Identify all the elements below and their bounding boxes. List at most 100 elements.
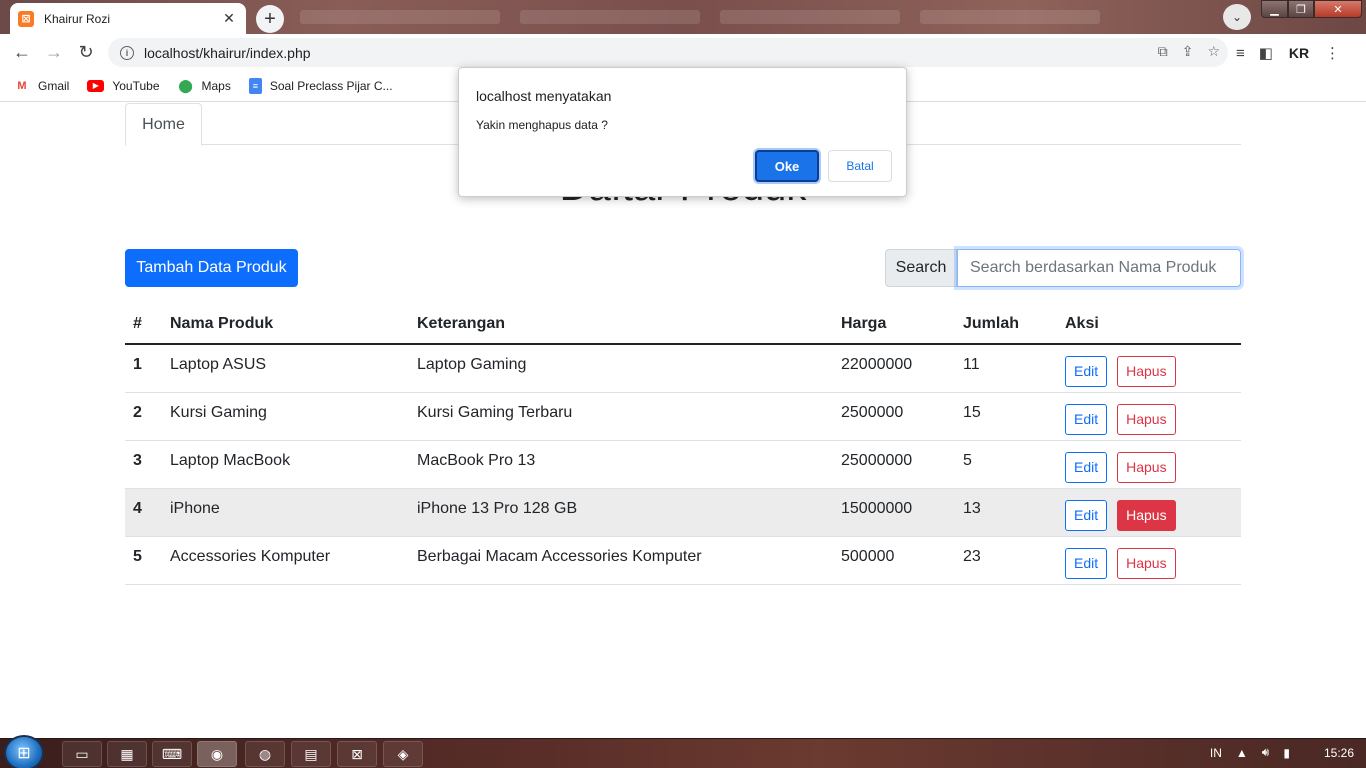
reading-list-icon[interactable]: ≡ [1236, 45, 1245, 62]
tab-home[interactable]: Home [125, 103, 202, 146]
ok-button[interactable]: Oke [755, 150, 819, 182]
table-header-row: # Nama Produk Keterangan Harga Jumlah Ak… [125, 305, 1241, 345]
new-tab-button[interactable]: + [256, 5, 284, 33]
avatar[interactable]: KR [1287, 42, 1311, 64]
bookmark-label: Maps [201, 78, 231, 93]
bookmark-gmail[interactable]: M Gmail [14, 79, 69, 93]
bookmark-label: YouTube [112, 78, 160, 93]
info-icon[interactable]: i [120, 45, 134, 60]
background-tabs[interactable] [300, 10, 500, 24]
table-row: 2 Kursi Gaming Kursi Gaming Terbaru 2500… [125, 392, 1241, 441]
delete-button[interactable]: Hapus [1117, 547, 1176, 579]
delete-button[interactable]: Hapus [1117, 499, 1176, 531]
explorer-icon[interactable]: ▭ [62, 741, 102, 767]
product-quantity: 11 [955, 344, 1057, 393]
cancel-button[interactable]: Batal [828, 150, 892, 182]
window-close-button[interactable]: ✕ [1314, 0, 1362, 18]
keyboard-icon[interactable]: ⌨ [152, 741, 192, 767]
volume-icon[interactable]: 🔊︎ [1262, 745, 1270, 760]
table-row: 1 Laptop ASUS Laptop Gaming 22000000 11 … [125, 344, 1241, 393]
product-quantity: 13 [955, 488, 1057, 537]
menu-icon[interactable]: ⋮ [1325, 44, 1340, 62]
close-icon[interactable]: ✕ [220, 10, 238, 27]
background-tabs[interactable] [520, 10, 700, 24]
add-product-button[interactable]: Tambah Data Produk [125, 249, 298, 287]
maps-icon: ⬤ [178, 77, 193, 93]
forward-arrow-icon[interactable]: → [38, 36, 70, 68]
column-header: # [125, 305, 162, 345]
reload-icon[interactable]: ↻ [70, 36, 102, 68]
tab-search-button[interactable]: ⌄ [1223, 4, 1251, 30]
files-icon[interactable]: ▤ [291, 741, 331, 767]
translate-icon[interactable]: ⧉ [1158, 43, 1168, 60]
row-actions: Edit Hapus [1057, 392, 1241, 441]
dialog-message: Yakin menghapus data ? [476, 118, 608, 132]
edit-button[interactable]: Edit [1065, 355, 1108, 387]
xampp-icon[interactable]: ⊠ [337, 741, 377, 767]
row-actions: Edit Hapus [1057, 344, 1241, 393]
firefox-icon[interactable]: ◍ [245, 741, 285, 767]
product-description: MacBook Pro 13 [409, 440, 833, 489]
bookmark-youtube[interactable]: ▶ YouTube [87, 78, 160, 93]
back-arrow-icon[interactable]: ← [6, 36, 38, 68]
language-indicator[interactable]: IN [1210, 746, 1222, 760]
background-tabs[interactable] [920, 10, 1100, 24]
bookmark-docs[interactable]: ≡ Soal Preclass Pijar C... [248, 77, 393, 94]
share-icon[interactable]: ⇪ [1182, 43, 1194, 60]
product-description: Kursi Gaming Terbaru [409, 392, 833, 441]
column-header: Harga [833, 305, 955, 345]
app-icon[interactable]: ◈ [383, 741, 423, 767]
product-table: # Nama Produk Keterangan Harga Jumlah Ak… [125, 305, 1241, 585]
media-icon[interactable]: ▦ [107, 741, 147, 767]
tray-expand-icon[interactable]: ▲ [1236, 746, 1248, 760]
dialog-title: localhost menyatakan [476, 88, 612, 104]
gmail-icon: M [17, 79, 27, 92]
chrome-icon[interactable]: ◉ [197, 741, 237, 767]
bookmark-maps[interactable]: ⬤ Maps [178, 77, 231, 93]
product-price: 15000000 [833, 488, 955, 537]
column-header: Nama Produk [162, 305, 409, 345]
minimize-button[interactable]: ▁ [1261, 0, 1288, 18]
star-icon[interactable]: ☆ [1207, 43, 1220, 60]
address-bar[interactable]: i localhost/khairur/index.php ⧉ ⇪ ☆ [108, 38, 1228, 67]
browser-toolbar: ← → ↻ i localhost/khairur/index.php ⧉ ⇪ … [0, 34, 1366, 70]
product-name: Laptop ASUS [162, 344, 409, 393]
delete-button[interactable]: Hapus [1117, 355, 1176, 387]
product-name: Kursi Gaming [162, 392, 409, 441]
bookmark-label: Soal Preclass Pijar C... [269, 78, 393, 93]
taskbar: ⊞ ▭ ▦ ⌨ ◉ ◍ ▤ ⊠ ◈ IN ▲ 🔊︎ ▮ 15:26 [0, 735, 1366, 768]
delete-button[interactable]: Hapus [1117, 403, 1176, 435]
table-row: 4 iPhone iPhone 13 Pro 128 GB 15000000 1… [125, 488, 1241, 537]
edit-button[interactable]: Edit [1065, 499, 1108, 531]
row-actions: Edit Hapus [1057, 488, 1241, 537]
youtube-icon: ▶ [87, 79, 105, 92]
browser-tab[interactable]: ⊠ Khairur Rozi ✕ [10, 3, 246, 34]
table-row: 5 Accessories Komputer Berbagai Macam Ac… [125, 536, 1241, 585]
table-row: 3 Laptop MacBook MacBook Pro 13 25000000… [125, 440, 1241, 489]
confirm-dialog: localhost menyatakan Yakin menghapus dat… [458, 67, 907, 197]
bookmark-label: Gmail [38, 78, 70, 93]
product-price: 2500000 [833, 392, 955, 441]
start-button[interactable]: ⊞ [4, 735, 44, 768]
background-tabs[interactable] [720, 10, 900, 24]
side-panel-icon[interactable]: ◧ [1259, 44, 1273, 62]
product-description: Laptop Gaming [409, 344, 833, 393]
delete-button[interactable]: Hapus [1117, 451, 1176, 483]
row-actions: Edit Hapus [1057, 440, 1241, 489]
clock[interactable]: 15:26 [1324, 746, 1354, 760]
column-header: Aksi [1057, 305, 1241, 345]
search-input[interactable] [957, 249, 1241, 287]
product-quantity: 15 [955, 392, 1057, 441]
edit-button[interactable]: Edit [1065, 451, 1108, 483]
edit-button[interactable]: Edit [1065, 403, 1108, 435]
product-description: Berbagai Macam Accessories Komputer [409, 536, 833, 585]
row-actions: Edit Hapus [1057, 536, 1241, 585]
xampp-icon: ⊠ [18, 10, 34, 27]
url-text[interactable]: localhost/khairur/index.php [144, 45, 311, 61]
network-icon[interactable]: ▮ [1283, 746, 1290, 760]
maximize-button[interactable]: ❐ [1288, 0, 1314, 18]
column-header: Jumlah [955, 305, 1057, 345]
tab-title: Khairur Rozi [44, 11, 111, 26]
edit-button[interactable]: Edit [1065, 547, 1108, 579]
search-label: Search [885, 249, 957, 287]
